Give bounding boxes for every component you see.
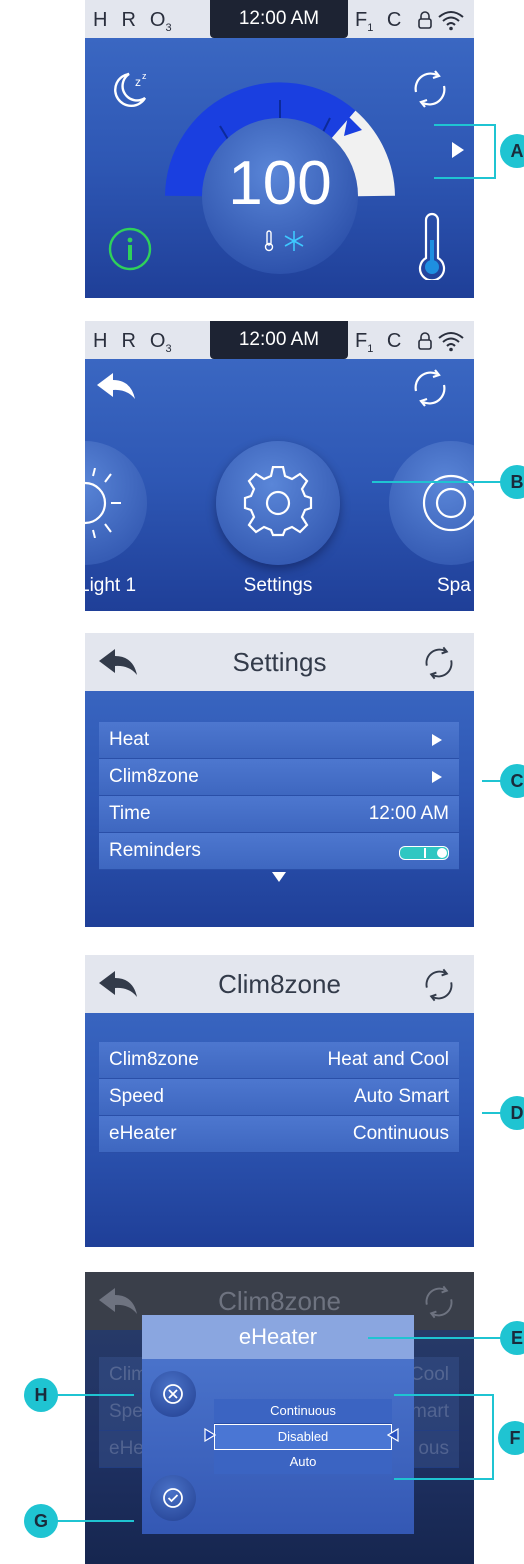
temperature-value: 100 [228, 149, 332, 218]
eheater-dialog: eHeater Continuous Disabled Auto [142, 1315, 414, 1534]
callout-d-line [482, 1112, 502, 1114]
thermometer-icon[interactable] [415, 210, 449, 280]
wifi-icon [438, 11, 464, 31]
spa-label: Spa [437, 575, 471, 596]
reminders-toggle[interactable] [399, 846, 449, 860]
main-screen: H R O3 12:00 AM F1 C z z 100 [85, 0, 474, 298]
option-disabled-selected[interactable]: Disabled [214, 1424, 392, 1450]
callout-a: A [500, 134, 524, 168]
callout-a-bracket-bottom [434, 177, 496, 179]
status-c: C [386, 330, 402, 352]
status-ozone: O3 [149, 9, 172, 34]
status-filter: F1 [355, 330, 374, 355]
callout-c: C [500, 764, 524, 798]
callout-e: E [500, 1321, 524, 1355]
callout-g: G [24, 1504, 58, 1538]
clim8zone-list: Clim8zone Heat and Cool Speed Auto Smart… [99, 1042, 459, 1153]
title-bar: Clim8zone [85, 955, 474, 1013]
callout-f-bracket-side [492, 1394, 494, 1480]
snowflake-icon [284, 231, 304, 251]
play-arrow-icon[interactable] [451, 141, 465, 159]
refresh-icon[interactable] [419, 965, 459, 1005]
settings-row-heat[interactable]: Heat [99, 722, 459, 759]
callout-e-line [368, 1337, 502, 1339]
settings-row-reminders[interactable]: Reminders [99, 833, 459, 870]
selector-left-arrow-icon [387, 1428, 399, 1442]
selector-right-arrow-icon [204, 1428, 216, 1442]
status-time: 12:00 AM [210, 321, 348, 359]
settings-list: Heat Clim8zone Time 12:00 AM Reminders [99, 722, 459, 870]
play-arrow-icon [432, 771, 442, 783]
status-bar: H R O3 12:00 AM F1 C [85, 321, 474, 359]
light-label: Light 1 [85, 575, 137, 596]
refresh-icon[interactable] [407, 365, 453, 411]
thermometer-small-icon [264, 230, 274, 252]
callout-f-bracket-top [394, 1394, 494, 1396]
title-bar: Settings [85, 633, 474, 691]
option-continuous[interactable]: Continuous [214, 1399, 392, 1424]
refresh-icon[interactable] [419, 643, 459, 683]
callout-h-line [56, 1394, 134, 1396]
status-ozone: O3 [149, 330, 172, 355]
sleep-moon-icon[interactable]: z z [105, 64, 155, 114]
status-r: R [121, 9, 136, 31]
callout-f: F [498, 1421, 524, 1455]
clim8zone-row-mode[interactable]: Clim8zone Heat and Cool [99, 1042, 459, 1079]
settings-label: Settings [243, 575, 313, 596]
clim8zone-row-eheater[interactable]: eHeater Continuous [99, 1116, 459, 1153]
callout-c-line [482, 780, 502, 782]
status-h: H [93, 330, 108, 352]
wifi-icon [438, 332, 464, 352]
gear-icon [243, 466, 313, 537]
option-picker[interactable]: Continuous Disabled Auto [214, 1399, 392, 1474]
callout-b: B [500, 465, 524, 499]
status-bar: H R O3 12:00 AM F1 C [85, 0, 474, 38]
status-h: H [93, 9, 108, 31]
menu-screen: HRO3 12:00 AM F1 C Lig [85, 321, 474, 611]
back-arrow-icon[interactable] [95, 371, 137, 401]
page-title: Settings [232, 647, 327, 677]
settings-row-time[interactable]: Time 12:00 AM [99, 796, 459, 833]
callout-b-line [372, 481, 502, 483]
callout-a-bracket-top [434, 124, 496, 126]
eheater-dialog-screen: Clim8zone Clim Cool Spe mart eHe ous eHe… [85, 1272, 474, 1564]
status-filter: F1 [355, 9, 374, 34]
page-title: Clim8zone [218, 969, 341, 999]
refresh-icon[interactable] [407, 66, 453, 112]
time-value: 12:00 AM [368, 803, 449, 824]
lock-icon [418, 11, 432, 29]
confirm-check-icon [163, 1488, 183, 1508]
option-auto[interactable]: Auto [214, 1450, 392, 1474]
callout-g-line [56, 1520, 134, 1522]
play-arrow-icon [432, 734, 442, 746]
status-c: C [386, 9, 402, 31]
refresh-icon [425, 1285, 453, 1319]
clim8zone-row-speed[interactable]: Speed Auto Smart [99, 1079, 459, 1116]
lock-icon [418, 332, 432, 350]
light-bulb-icon [85, 468, 121, 538]
info-icon[interactable] [107, 226, 153, 272]
callout-d: D [500, 1096, 524, 1130]
svg-text:z: z [142, 71, 147, 81]
clim8zone-screen: Clim8zone Clim8zone Heat and Cool Speed … [85, 955, 474, 1247]
cancel-x-icon [163, 1384, 183, 1404]
settings-row-clim8zone[interactable]: Clim8zone [99, 759, 459, 796]
settings-screen: Settings Heat Clim8zone Time 12:00 AM Re… [85, 633, 474, 927]
status-r: R [121, 330, 136, 352]
callout-f-bracket-bottom [394, 1478, 494, 1480]
svg-text:z: z [135, 75, 141, 89]
callout-h: H [24, 1378, 58, 1412]
scroll-down-arrow-icon[interactable] [271, 871, 287, 883]
status-time: 12:00 AM [210, 0, 348, 38]
callout-a-bracket-side [494, 124, 496, 179]
